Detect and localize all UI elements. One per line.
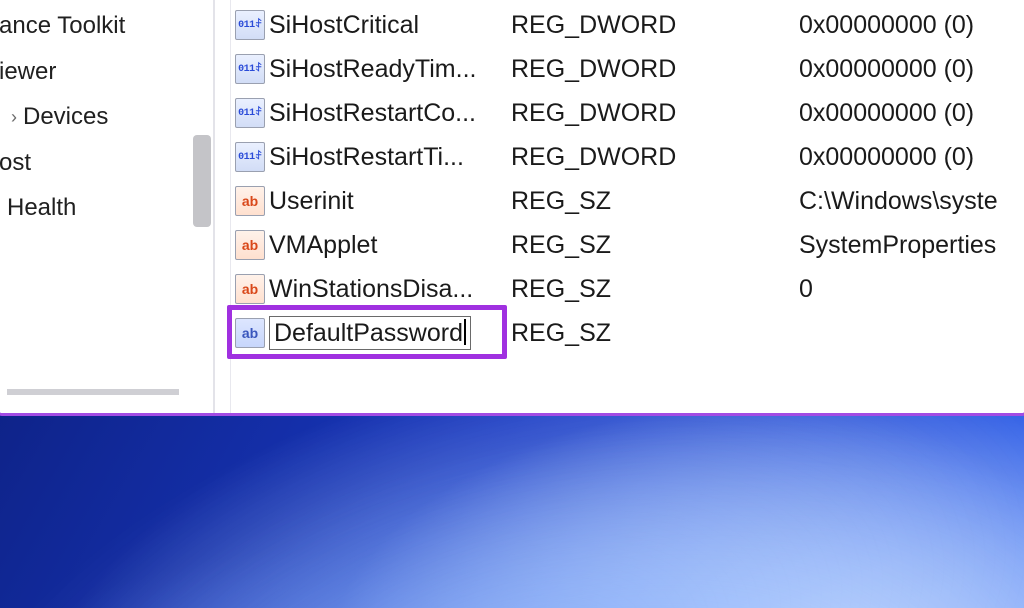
value-data: 0x00000000 (0) bbox=[799, 143, 1024, 172]
reg-dword-icon bbox=[235, 98, 265, 128]
value-name: WinStationsDisa... bbox=[269, 275, 511, 304]
value-row[interactable]: SiHostReadyTim... REG_DWORD 0x00000000 (… bbox=[231, 47, 1024, 91]
tree-item-label: Devices bbox=[23, 103, 108, 130]
value-type: REG_DWORD bbox=[511, 143, 799, 172]
value-type: REG_SZ bbox=[511, 275, 799, 304]
value-row[interactable]: VMApplet REG_SZ SystemProperties bbox=[231, 223, 1024, 267]
pane-gutter[interactable] bbox=[215, 0, 231, 413]
reg-sz-icon bbox=[235, 274, 265, 304]
text-caret bbox=[464, 319, 466, 345]
tree-item[interactable]: ost bbox=[0, 140, 213, 186]
tree-item-label: ance Toolkit bbox=[0, 12, 125, 39]
tree-item-label: iewer bbox=[0, 58, 56, 85]
tree-item[interactable]: iewer bbox=[0, 49, 213, 95]
value-data: 0 bbox=[799, 275, 1024, 304]
reg-dword-icon bbox=[235, 142, 265, 172]
value-data: 0x00000000 (0) bbox=[799, 55, 1024, 84]
value-row[interactable]: SiHostRestartTi... REG_DWORD 0x00000000 … bbox=[231, 135, 1024, 179]
value-row[interactable]: WinStationsDisa... REG_SZ 0 bbox=[231, 267, 1024, 311]
tree-item[interactable]: ›Devices bbox=[0, 94, 213, 140]
value-data: SystemProperties bbox=[799, 231, 1024, 260]
rename-input[interactable]: DefaultPassword bbox=[269, 316, 471, 350]
value-name: SiHostRestartTi... bbox=[269, 143, 511, 172]
value-data: C:\Windows\syste bbox=[799, 187, 1024, 216]
value-row[interactable]: SiHostCritical REG_DWORD 0x00000000 (0) bbox=[231, 3, 1024, 47]
reg-sz-icon bbox=[235, 186, 265, 216]
rename-input-text: DefaultPassword bbox=[274, 319, 463, 347]
chevron-right-icon[interactable]: › bbox=[7, 100, 21, 134]
tree-item[interactable]: ance Toolkit bbox=[0, 3, 213, 49]
value-name: Userinit bbox=[269, 187, 511, 216]
value-name-edit[interactable]: DefaultPassword bbox=[269, 316, 511, 350]
status-bar-splitter bbox=[7, 389, 179, 395]
value-name: VMApplet bbox=[269, 231, 511, 260]
value-type: REG_SZ bbox=[511, 319, 799, 348]
reg-dword-icon bbox=[235, 10, 265, 40]
reg-sz-icon bbox=[235, 318, 265, 348]
tree-item-label: ost bbox=[0, 149, 31, 176]
value-name: SiHostRestartCo... bbox=[269, 99, 511, 128]
value-type: REG_DWORD bbox=[511, 11, 799, 40]
tree-item[interactable]: Health bbox=[0, 185, 213, 231]
value-type: REG_DWORD bbox=[511, 55, 799, 84]
tree-item-label: Health bbox=[7, 194, 76, 221]
value-name: SiHostReadyTim... bbox=[269, 55, 511, 84]
value-name: SiHostCritical bbox=[269, 11, 511, 40]
value-type: REG_DWORD bbox=[511, 99, 799, 128]
scrollbar-thumb[interactable] bbox=[193, 135, 211, 227]
value-row-editing[interactable]: DefaultPassword REG_SZ bbox=[231, 311, 1024, 355]
registry-tree-pane[interactable]: ance Toolkit iewer ›Devices ost Health bbox=[0, 0, 215, 413]
value-data: 0x00000000 (0) bbox=[799, 11, 1024, 40]
reg-dword-icon bbox=[235, 54, 265, 84]
reg-sz-icon bbox=[235, 230, 265, 260]
value-row[interactable]: Userinit REG_SZ C:\Windows\syste bbox=[231, 179, 1024, 223]
registry-value-list[interactable]: SiHostCritical REG_DWORD 0x00000000 (0) … bbox=[231, 0, 1024, 413]
value-data: 0x00000000 (0) bbox=[799, 99, 1024, 128]
value-type: REG_SZ bbox=[511, 187, 799, 216]
value-row[interactable]: SiHostRestartCo... REG_DWORD 0x00000000 … bbox=[231, 91, 1024, 135]
registry-editor-window: ance Toolkit iewer ›Devices ost Health S… bbox=[0, 0, 1024, 416]
value-type: REG_SZ bbox=[511, 231, 799, 260]
